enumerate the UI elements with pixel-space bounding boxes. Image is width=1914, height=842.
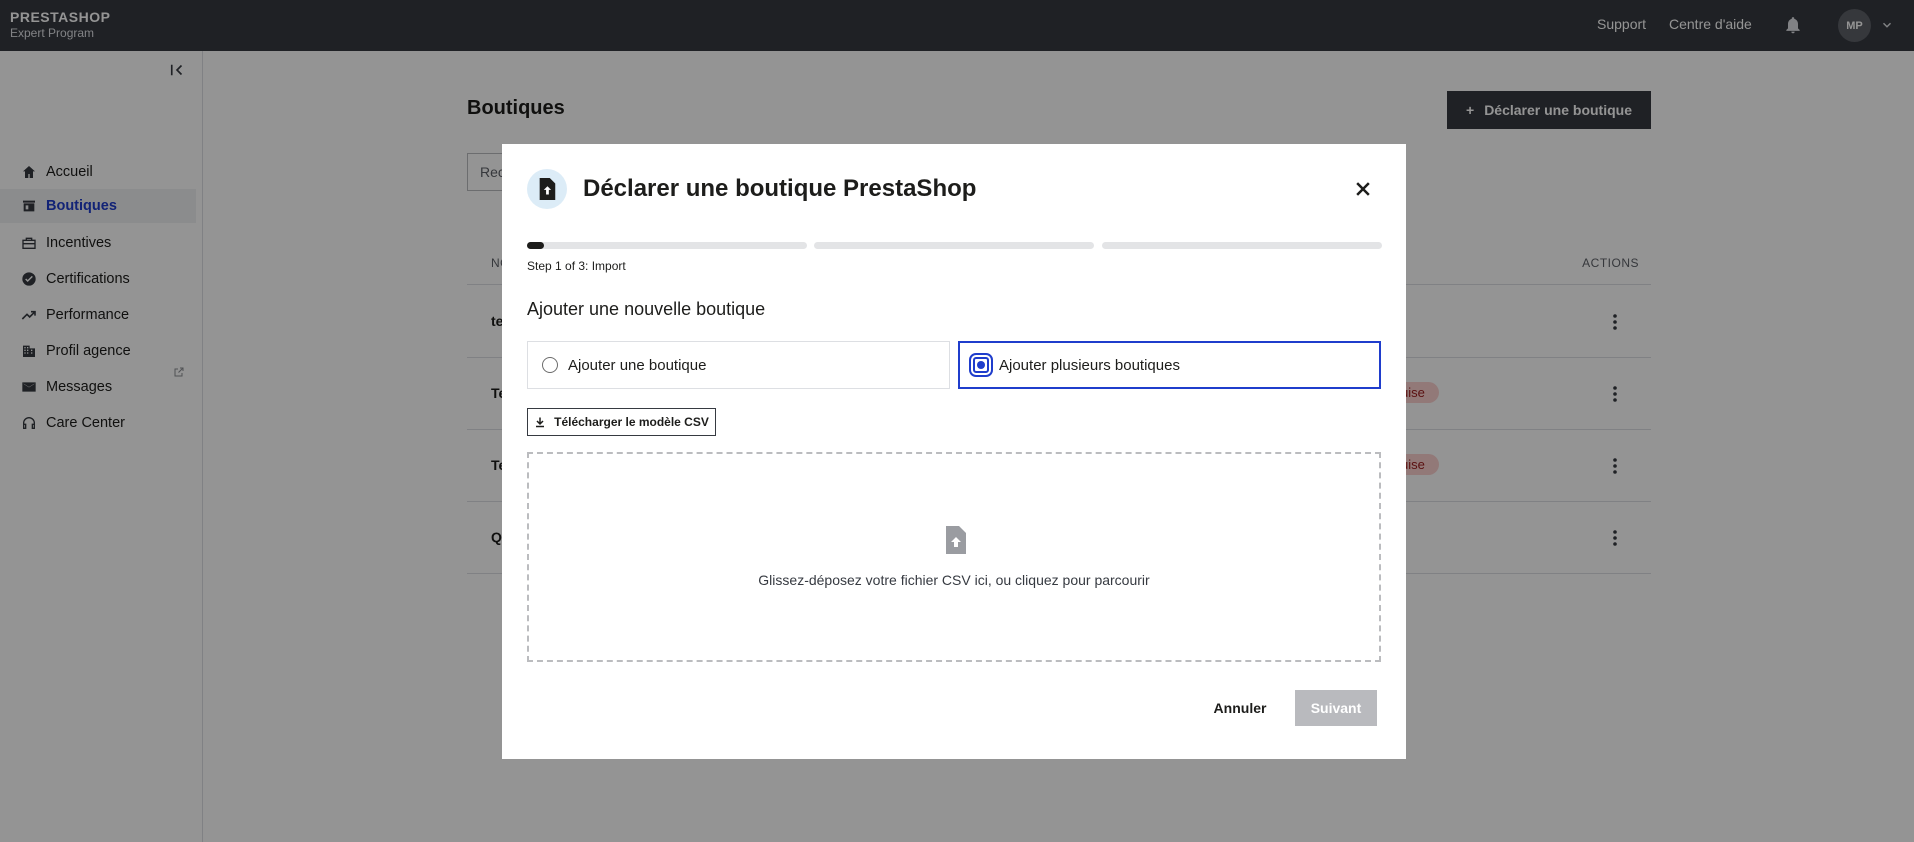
progress-step-2 <box>814 242 1094 249</box>
declare-store-modal: Déclarer une boutique PrestaShop Step 1 … <box>502 144 1406 759</box>
progress-step-1 <box>527 242 807 249</box>
option-label: Ajouter plusieurs boutiques <box>999 356 1180 374</box>
option-single-store[interactable]: Ajouter une boutique <box>527 341 950 389</box>
csv-button-label: Télécharger le modèle CSV <box>554 415 709 429</box>
option-label: Ajouter une boutique <box>568 356 707 374</box>
modal-title: Déclarer une boutique PrestaShop <box>583 175 977 202</box>
radio-button-selected[interactable] <box>969 353 993 377</box>
download-icon <box>536 417 545 428</box>
option-multiple-stores[interactable]: Ajouter plusieurs boutiques <box>958 341 1381 389</box>
progress-step-3 <box>1102 242 1382 249</box>
next-button[interactable]: Suivant <box>1295 690 1377 726</box>
cancel-button[interactable]: Annuler <box>1205 690 1275 726</box>
file-upload-icon <box>946 526 966 554</box>
step-indicator: Step 1 of 3: Import <box>527 259 626 273</box>
radio-button[interactable] <box>542 357 558 373</box>
section-title: Ajouter une nouvelle boutique <box>527 299 766 319</box>
csv-dropzone[interactable]: Glissez-déposez votre fichier CSV ici, o… <box>527 452 1381 662</box>
file-upload-icon <box>527 169 567 209</box>
download-csv-template-button[interactable]: Télécharger le modèle CSV <box>527 408 716 436</box>
dropzone-text: Glissez-déposez votre fichier CSV ici, o… <box>758 572 1150 588</box>
close-icon[interactable] <box>1353 179 1373 199</box>
progress-fill <box>527 242 544 249</box>
